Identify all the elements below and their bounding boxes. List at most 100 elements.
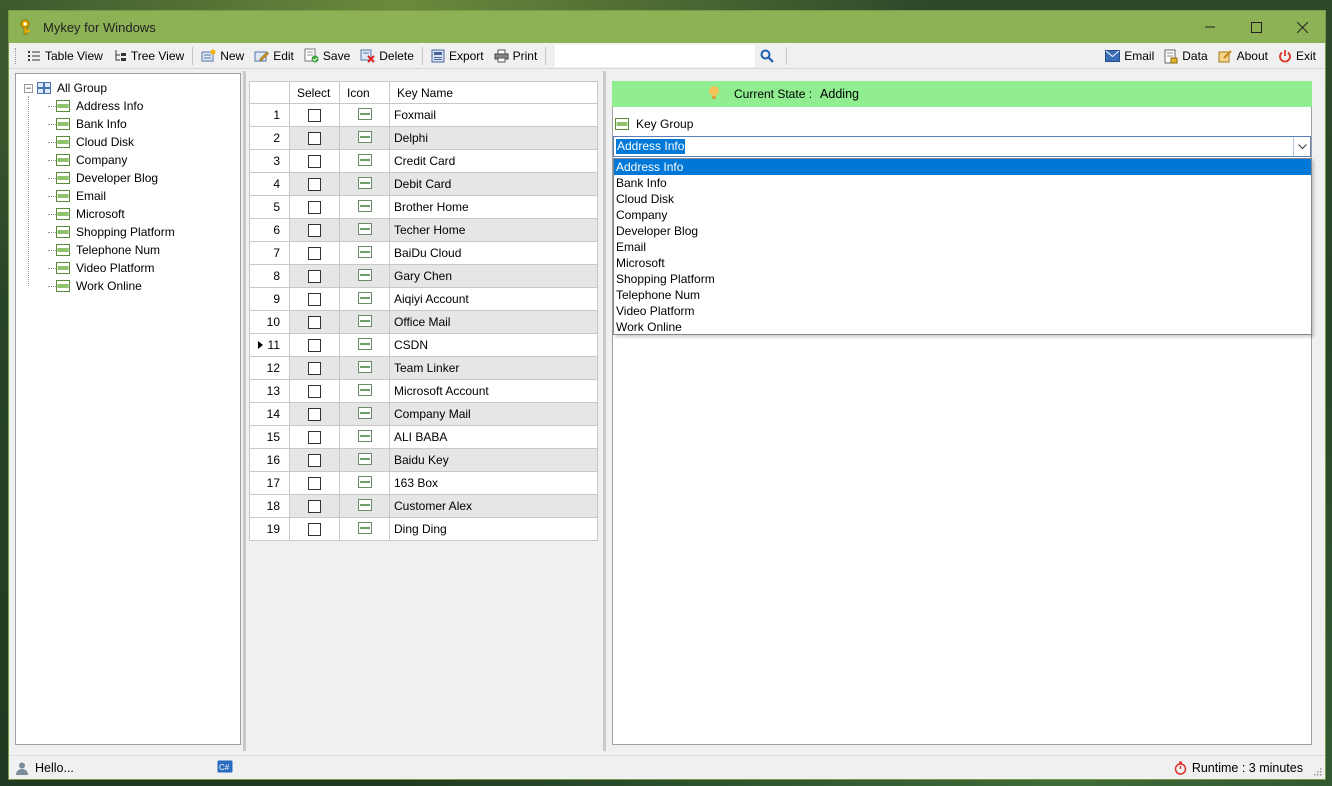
dropdown-option[interactable]: Work Online [614, 319, 1311, 335]
select-cell[interactable] [289, 195, 340, 219]
dropdown-option[interactable]: Shopping Platform [614, 271, 1311, 287]
select-cell[interactable] [289, 448, 340, 472]
key-name-cell[interactable]: Credit Card [389, 149, 598, 173]
dropdown-option[interactable]: Email [614, 239, 1311, 255]
row-number[interactable]: 12 [249, 356, 290, 380]
table-row[interactable]: 3 Credit Card [249, 149, 598, 173]
dropdown-option[interactable]: Video Platform [614, 303, 1311, 319]
select-checkbox[interactable] [308, 316, 321, 330]
collapse-toggle[interactable]: − [24, 83, 33, 93]
dropdown-option[interactable]: Telephone Num [614, 287, 1311, 303]
column-header-icon[interactable]: Icon [339, 81, 390, 104]
column-header-key-name[interactable]: Key Name [389, 81, 598, 104]
table-row[interactable]: 11 CSDN [249, 333, 598, 357]
key-name-cell[interactable]: CSDN [389, 333, 598, 357]
delete-button[interactable]: Delete [355, 45, 419, 67]
select-checkbox[interactable] [308, 431, 321, 445]
table-row[interactable]: 15 ALI BABA [249, 425, 598, 449]
close-button[interactable] [1279, 11, 1325, 43]
select-cell[interactable] [289, 287, 340, 311]
select-checkbox[interactable] [308, 523, 321, 537]
tree-node[interactable]: Email [24, 187, 240, 205]
row-number[interactable]: 10 [249, 310, 290, 334]
key-name-cell[interactable]: Debit Card [389, 172, 598, 196]
tree-node[interactable]: Company [24, 151, 240, 169]
select-checkbox[interactable] [308, 224, 321, 238]
toolbar-grip[interactable] [15, 47, 18, 64]
key-group-combobox[interactable]: Address Info [613, 136, 1311, 157]
select-cell[interactable] [289, 103, 340, 127]
key-name-cell[interactable]: Aiqiyi Account [389, 287, 598, 311]
row-number[interactable]: 19 [249, 517, 290, 541]
select-checkbox[interactable] [308, 293, 321, 307]
select-checkbox[interactable] [308, 500, 321, 514]
select-cell[interactable] [289, 149, 340, 173]
table-row[interactable]: 18 Customer Alex [249, 494, 598, 518]
key-name-cell[interactable]: ALI BABA [389, 425, 598, 449]
print-button[interactable]: Print [489, 45, 543, 67]
row-number[interactable]: 5 [249, 195, 290, 219]
dropdown-option[interactable]: Company [614, 207, 1311, 223]
key-name-cell[interactable]: Delphi [389, 126, 598, 150]
tree-node[interactable]: Developer Blog [24, 169, 240, 187]
select-cell[interactable] [289, 126, 340, 150]
data-button[interactable]: Data [1159, 45, 1212, 67]
table-row[interactable]: 4 Debit Card [249, 172, 598, 196]
row-number[interactable]: 16 [249, 448, 290, 472]
select-cell[interactable] [289, 310, 340, 334]
table-row[interactable]: 7 BaiDu Cloud [249, 241, 598, 265]
row-number[interactable]: 6 [249, 218, 290, 242]
table-row[interactable]: 1 Foxmail [249, 103, 598, 127]
select-checkbox[interactable] [308, 270, 321, 284]
tree-node[interactable]: Cloud Disk [24, 133, 240, 151]
key-name-cell[interactable]: Techer Home [389, 218, 598, 242]
table-row[interactable]: 10 Office Mail [249, 310, 598, 334]
select-cell[interactable] [289, 218, 340, 242]
search-button[interactable] [755, 45, 783, 67]
dropdown-option[interactable]: Bank Info [614, 175, 1311, 191]
tree-node[interactable]: Shopping Platform [24, 223, 240, 241]
table-row[interactable]: 17 163 Box [249, 471, 598, 495]
select-checkbox[interactable] [308, 362, 321, 376]
table-row[interactable]: 14 Company Mail [249, 402, 598, 426]
select-checkbox[interactable] [308, 385, 321, 399]
select-checkbox[interactable] [308, 132, 321, 146]
search-input[interactable] [555, 44, 756, 67]
select-cell[interactable] [289, 356, 340, 380]
select-checkbox[interactable] [308, 201, 321, 215]
key-name-cell[interactable]: Gary Chen [389, 264, 598, 288]
email-button[interactable]: Email [1100, 45, 1159, 67]
row-number[interactable]: 15 [249, 425, 290, 449]
select-checkbox[interactable] [308, 477, 321, 491]
edit-button[interactable]: Edit [249, 45, 299, 67]
table-row[interactable]: 9 Aiqiyi Account [249, 287, 598, 311]
save-button[interactable]: Save [299, 45, 355, 67]
select-cell[interactable] [289, 241, 340, 265]
tree-view-button[interactable]: Tree View [108, 45, 189, 67]
key-name-cell[interactable]: Baidu Key [389, 448, 598, 472]
new-button[interactable]: New [196, 45, 249, 67]
key-name-cell[interactable]: Team Linker [389, 356, 598, 380]
table-view-button[interactable]: Table View [22, 45, 108, 67]
select-cell[interactable] [289, 333, 340, 357]
select-checkbox[interactable] [308, 454, 321, 468]
table-row[interactable]: 6 Techer Home [249, 218, 598, 242]
table-row[interactable]: 8 Gary Chen [249, 264, 598, 288]
row-number[interactable]: 2 [249, 126, 290, 150]
table-row[interactable]: 16 Baidu Key [249, 448, 598, 472]
select-checkbox[interactable] [308, 339, 321, 353]
key-name-cell[interactable]: Microsoft Account [389, 379, 598, 403]
select-checkbox[interactable] [308, 178, 321, 192]
table-row[interactable]: 19 Ding Ding [249, 517, 598, 541]
select-cell[interactable] [289, 471, 340, 495]
dropdown-option[interactable]: Developer Blog [614, 223, 1311, 239]
tree-node[interactable]: Telephone Num [24, 241, 240, 259]
select-cell[interactable] [289, 494, 340, 518]
select-cell[interactable] [289, 517, 340, 541]
row-number[interactable]: 17 [249, 471, 290, 495]
exit-button[interactable]: Exit [1273, 45, 1321, 67]
right-splitter[interactable] [603, 71, 606, 751]
table-row[interactable]: 2 Delphi [249, 126, 598, 150]
dropdown-button[interactable] [1293, 137, 1310, 156]
select-cell[interactable] [289, 425, 340, 449]
